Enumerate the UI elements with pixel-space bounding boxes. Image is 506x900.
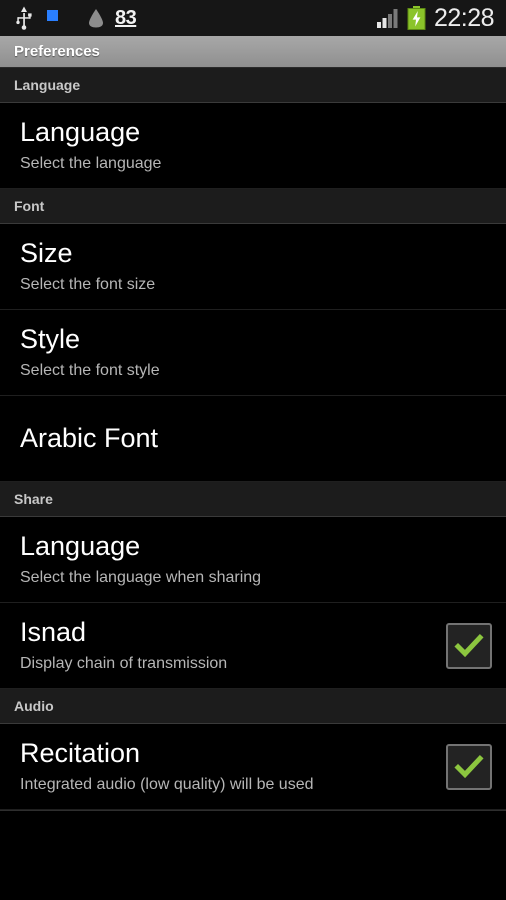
preference-title: Arabic Font	[20, 422, 159, 453]
preferences-list: Language Language Select the language Fo…	[0, 68, 506, 811]
droplet-icon	[58, 8, 106, 28]
section-header-share: Share	[0, 482, 506, 517]
section-header-audio: Audio	[0, 689, 506, 724]
section-header-label: Share	[14, 491, 53, 507]
section-header-label: Language	[14, 77, 81, 93]
notification-count: 83	[115, 6, 137, 29]
preference-row-text: Isnad Display chain of transmission	[20, 617, 434, 674]
preference-title: Size	[20, 238, 73, 269]
preference-row-text: Language Select the language	[20, 117, 492, 174]
android-preferences-screen: 83 22:28 Preferences Language Language S…	[0, 0, 506, 900]
section-header-font: Font	[0, 189, 506, 224]
preference-row-text: Size Select the font size	[20, 238, 492, 295]
preference-row-recitation[interactable]: Recitation Integrated audio (low quality…	[0, 724, 506, 810]
preference-subtitle: Select the font size	[20, 275, 156, 293]
preference-title: Isnad	[20, 617, 87, 648]
preference-row-isnad[interactable]: Isnad Display chain of transmission	[0, 603, 506, 689]
preference-title: Recitation	[20, 738, 141, 769]
preference-row-style[interactable]: Style Select the font style	[0, 310, 506, 396]
preference-subtitle: Display chain of transmission	[20, 654, 228, 672]
status-bar-left-icons: 83	[14, 6, 377, 30]
signal-bars-icon	[376, 8, 401, 28]
preference-row-arabic-font[interactable]: Arabic Font	[0, 396, 506, 482]
checkmark-icon	[454, 754, 484, 778]
preference-subtitle: Select the language when sharing	[20, 568, 262, 586]
recitation-checkbox[interactable]	[446, 743, 492, 790]
section-header-label: Audio	[14, 698, 54, 714]
preference-row-language[interactable]: Language Select the language	[0, 103, 506, 189]
status-bar-right-icons: 22:28	[376, 3, 498, 33]
preference-subtitle: Integrated audio (low quality) will be u…	[20, 775, 314, 793]
preference-subtitle: Select the language	[20, 154, 162, 172]
status-bar-clock: 22:28	[433, 3, 495, 32]
preference-title: Language	[20, 531, 141, 562]
section-header-language: Language	[0, 68, 506, 103]
blue-square-indicator-icon	[47, 9, 58, 21]
isnad-checkbox[interactable]	[446, 622, 492, 669]
preference-row-text: Language Select the language when sharin…	[20, 531, 492, 588]
preference-title: Language	[20, 117, 141, 148]
title-bar: Preferences	[0, 36, 506, 68]
preference-row-size[interactable]: Size Select the font size	[0, 224, 506, 310]
preference-row-share-language[interactable]: Language Select the language when sharin…	[0, 517, 506, 603]
list-bottom-divider	[0, 810, 506, 811]
page-title: Preferences	[14, 43, 100, 60]
checkmark-icon	[454, 633, 484, 657]
preference-subtitle: Select the font style	[20, 361, 160, 379]
section-header-label: Font	[14, 198, 45, 214]
usb-icon	[14, 6, 34, 30]
preference-row-text: Style Select the font style	[20, 324, 492, 381]
preference-row-text: Arabic Font	[20, 423, 492, 455]
status-bar: 83 22:28	[0, 0, 506, 36]
battery-charging-icon	[407, 6, 426, 30]
preference-title: Style	[20, 324, 81, 355]
preference-row-text: Recitation Integrated audio (low quality…	[20, 738, 434, 795]
